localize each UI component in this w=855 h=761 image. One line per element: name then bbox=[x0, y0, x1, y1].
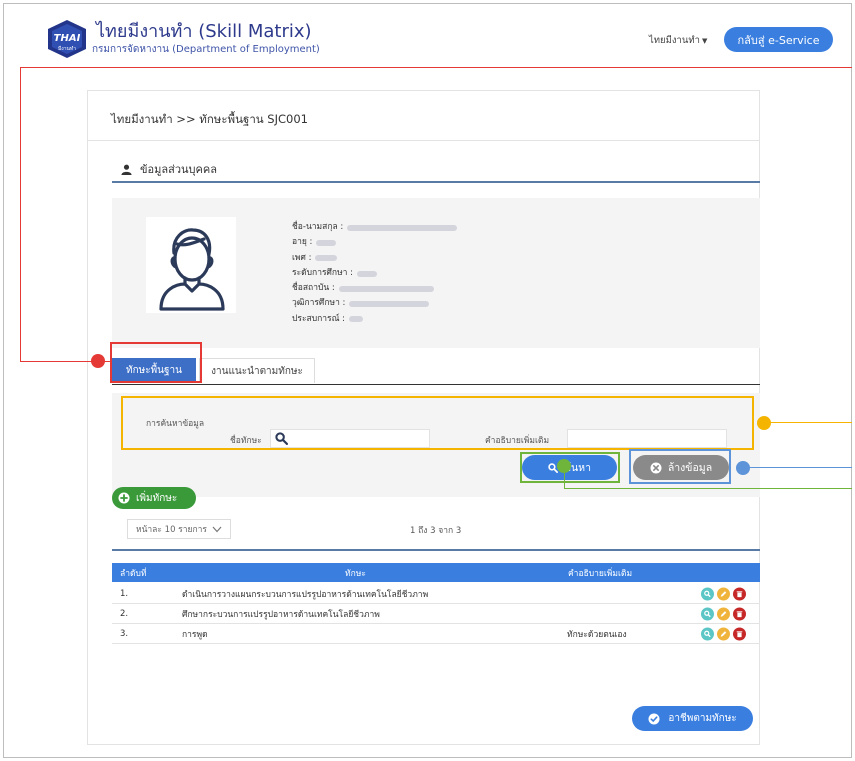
check-circle-icon bbox=[648, 713, 660, 724]
add-skill-label: เพิ่มทักษะ bbox=[136, 492, 178, 504]
annotation-blue-marker bbox=[736, 461, 750, 475]
row-skill: ศึกษากระบวนการแปรรูปอาหารด้านเทคโนโลยีชี… bbox=[182, 609, 380, 620]
annotation-blue-box bbox=[629, 449, 731, 484]
add-skill-button[interactable]: เพิ่มทักษะ bbox=[112, 487, 196, 509]
career-by-skill-label: อาชีพตามทักษะ bbox=[668, 713, 737, 724]
view-icon[interactable] bbox=[701, 587, 714, 600]
annotation-orange-box bbox=[121, 396, 754, 450]
chevron-down-icon: ▼ bbox=[701, 37, 708, 45]
table-row: 1. ดำเนินการวางแผนกระบวนการแปรรูปอาหารด้… bbox=[112, 584, 760, 604]
row-description: ทักษะด้วยตนเอง bbox=[567, 629, 627, 640]
back-to-eservice-button[interactable]: กลับสู่ e-Service bbox=[724, 27, 833, 52]
delete-icon[interactable] bbox=[733, 627, 746, 640]
user-menu[interactable]: ไทยมีงานทำ ▼ bbox=[649, 33, 707, 48]
column-header-no: ลำดับที่ bbox=[120, 568, 147, 579]
row-number: 2. bbox=[120, 608, 129, 619]
row-actions bbox=[701, 607, 746, 620]
edit-icon[interactable] bbox=[717, 587, 730, 600]
table-row: 2. ศึกษากระบวนการแปรรูปอาหารด้านเทคโนโลย… bbox=[112, 604, 760, 624]
annotation-red-box bbox=[110, 342, 202, 383]
annotation-red-marker bbox=[91, 354, 105, 368]
annotation-orange-connector bbox=[770, 422, 852, 423]
app-subtitle: กรมการจัดหางาน (Department of Employment… bbox=[92, 44, 320, 55]
per-page-select[interactable]: หน้าละ 10 รายการ bbox=[127, 519, 231, 539]
divider bbox=[112, 549, 760, 551]
per-page-value: หน้าละ 10 รายการ bbox=[136, 525, 207, 535]
edit-icon[interactable] bbox=[717, 607, 730, 620]
view-icon[interactable] bbox=[701, 627, 714, 640]
row-actions bbox=[701, 587, 746, 600]
app-title: ไทยมีงานทำ (Skill Matrix) bbox=[96, 21, 312, 42]
row-number: 1. bbox=[120, 588, 129, 599]
annotation-orange-marker bbox=[757, 416, 771, 430]
annotation-green-connector bbox=[564, 488, 852, 489]
plus-circle-icon bbox=[118, 492, 130, 504]
svg-text:มีงานทำ: มีงานทำ bbox=[58, 45, 76, 52]
annotation-blue-connector bbox=[749, 467, 852, 468]
career-by-skill-button[interactable]: อาชีพตามทักษะ bbox=[632, 706, 753, 731]
edit-icon[interactable] bbox=[717, 627, 730, 640]
row-number: 3. bbox=[120, 628, 129, 639]
annotation-green-marker bbox=[557, 459, 571, 473]
row-skill: ดำเนินการวางแผนกระบวนการแปรรูปอาหารด้านเ… bbox=[182, 589, 429, 600]
table-header: ลำดับที่ ทักษะ คำอธิบายเพิ่มเติม bbox=[112, 563, 760, 582]
view-icon[interactable] bbox=[701, 607, 714, 620]
annotation-green-connector bbox=[564, 473, 565, 489]
row-actions bbox=[701, 627, 746, 640]
svg-text:THAI: THAI bbox=[54, 33, 81, 44]
column-header-skill: ทักษะ bbox=[345, 568, 366, 579]
chevron-down-icon bbox=[212, 526, 222, 532]
pagination-range: 1 ถึง 3 จาก 3 bbox=[410, 526, 462, 536]
user-menu-label: ไทยมีงานทำ bbox=[649, 35, 700, 46]
annotation-red-connector bbox=[20, 67, 852, 361]
table-row: 3. การพูด ทักษะด้วยตนเอง bbox=[112, 624, 760, 644]
thai-logo: THAI มีงานทำ bbox=[48, 20, 86, 58]
delete-icon[interactable] bbox=[733, 587, 746, 600]
tab-recommended-jobs[interactable]: งานแนะนำตามทักษะ bbox=[199, 358, 315, 383]
tab-divider bbox=[112, 384, 760, 385]
row-skill: การพูด bbox=[182, 629, 208, 640]
column-header-description: คำอธิบายเพิ่มเติม bbox=[568, 568, 633, 579]
delete-icon[interactable] bbox=[733, 607, 746, 620]
